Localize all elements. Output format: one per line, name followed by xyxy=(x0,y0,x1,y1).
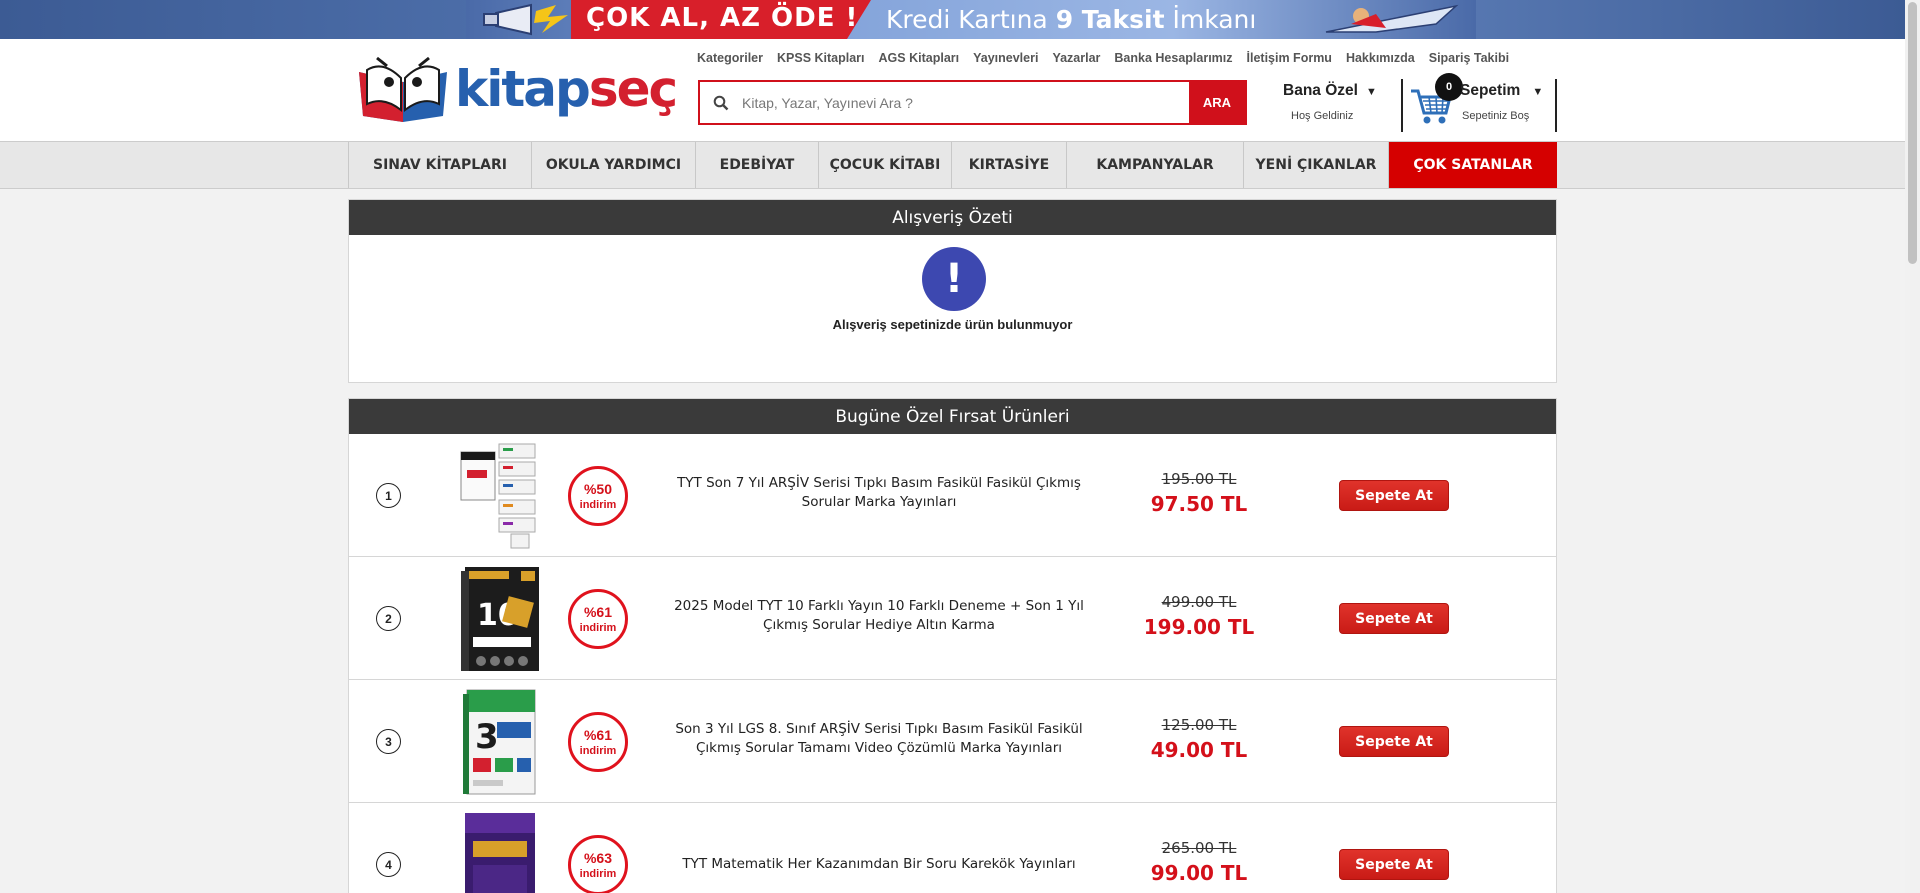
old-price: 195.00 TL xyxy=(1161,470,1237,488)
new-price: 97.50 TL xyxy=(1150,492,1248,516)
product-thumbnail[interactable] xyxy=(459,442,541,550)
discount-badge: %61 indirim xyxy=(568,589,628,649)
exclamation-icon: ! xyxy=(922,247,986,311)
nav-kirtasiye[interactable]: KIRTASİYE xyxy=(952,142,1067,188)
scrollbar-thumb[interactable] xyxy=(1908,2,1917,264)
deal-row: 2 10 %61 indirim 2025 Model TYT 10 Farklı… xyxy=(349,557,1556,680)
banner-headline: ÇOK AL, AZ ÖDE ! xyxy=(586,3,859,33)
product-thumbnail[interactable]: 10 xyxy=(459,565,541,673)
new-price: 199.00 TL xyxy=(1143,615,1255,639)
nav-edebiyat[interactable]: EDEBİYAT xyxy=(696,142,819,188)
discount-badge: %50 indirim xyxy=(568,466,628,526)
discount-badge: %61 indirim xyxy=(568,712,628,772)
shopping-summary-title: Alışveriş Özeti xyxy=(349,200,1556,235)
nav-sinav-kitaplari[interactable]: SINAV KİTAPLARI xyxy=(349,142,532,188)
product-title[interactable]: TYT Son 7 Yıl ARŞİV Serisi Tıpkı Basım F… xyxy=(674,474,1084,512)
account-greeting: Hoş Geldiniz xyxy=(1291,110,1354,122)
top-link-siparis-takibi[interactable]: Sipariş Takibi xyxy=(1429,51,1509,65)
deal-row: 1 %50 indirim TYT Son 7 Yıl ARŞİV Serisi … xyxy=(349,434,1556,557)
deal-row: 3 3 %61 indirim Son 3 Yıl LGS 8. Sınıf AR… xyxy=(349,680,1556,803)
deal-rank: 3 xyxy=(376,729,401,754)
cart-title: Sepetim ▼ xyxy=(1460,82,1544,99)
promo-banner-image[interactable]: ÇOK AL, AZ ÖDE ! Kredi Kartına 9 Taksit … xyxy=(466,0,1476,39)
deal-rank: 1 xyxy=(376,483,401,508)
svg-text:3: 3 xyxy=(475,717,499,757)
top-link-hakkimizda[interactable]: Hakkımızda xyxy=(1346,51,1415,65)
top-links-nav: Kategoriler KPSS Kitapları AGS Kitapları… xyxy=(697,51,1509,65)
daily-deals-panel: Bugüne Özel Fırsat Ürünleri 1 %50 indirim… xyxy=(348,398,1557,893)
product-title[interactable]: 2025 Model TYT 10 Farklı Yayın 10 Farklı… xyxy=(674,597,1084,635)
nav-okula-yardimci[interactable]: OKULA YARDIMCI xyxy=(532,142,696,188)
deal-rank: 2 xyxy=(376,606,401,631)
shopping-summary-panel: Alışveriş Özeti ! Alışveriş sepetinizde … xyxy=(348,199,1557,383)
product-thumbnail[interactable] xyxy=(459,811,541,893)
search-input[interactable] xyxy=(742,82,1189,123)
top-link-yazarlar[interactable]: Yazarlar xyxy=(1052,51,1100,65)
daily-deals-title: Bugüne Özel Fırsat Ürünleri xyxy=(349,399,1556,434)
old-price: 499.00 TL xyxy=(1161,593,1237,611)
main-category-nav: SINAV KİTAPLARI OKULA YARDIMCI EDEBİYAT … xyxy=(0,141,1905,189)
book-logo-icon xyxy=(359,56,447,122)
add-to-cart-button[interactable]: Sepete At xyxy=(1339,603,1449,634)
deal-row: 4 %63 indirim TYT Matematik Her Kazanımda… xyxy=(349,803,1556,893)
search-button[interactable]: ARA xyxy=(1189,82,1245,123)
deal-rank: 4 xyxy=(376,852,401,877)
add-to-cart-button[interactable]: Sepete At xyxy=(1339,726,1449,757)
nav-cocuk-kitabi[interactable]: ÇOCUK KİTABI xyxy=(819,142,952,188)
page-scrollbar[interactable] xyxy=(1905,0,1920,893)
top-link-kpss[interactable]: KPSS Kitapları xyxy=(777,51,865,65)
discount-badge: %63 indirim xyxy=(568,835,628,893)
plane-illustration-icon xyxy=(1325,4,1459,33)
chevron-down-icon: ▼ xyxy=(1532,86,1544,98)
add-to-cart-button[interactable]: Sepete At xyxy=(1339,480,1449,511)
site-logo[interactable]: kitapseç xyxy=(353,52,678,124)
nav-kampanyalar[interactable]: KAMPANYALAR xyxy=(1067,142,1244,188)
cart-menu[interactable]: 0 Sepetim ▼ Sepetiniz Boş xyxy=(1401,73,1557,132)
old-price: 265.00 TL xyxy=(1161,839,1237,857)
product-title[interactable]: Son 3 Yıl LGS 8. Sınıf ARŞİV Serisi Tıpk… xyxy=(674,720,1084,758)
add-to-cart-button[interactable]: Sepete At xyxy=(1339,849,1449,880)
account-menu[interactable]: Bana Özel ▼ Hoş Geldiniz xyxy=(1283,82,1393,124)
cart-status: Sepetiniz Boş xyxy=(1462,110,1530,122)
nav-cok-satanlar[interactable]: ÇOK SATANLAR xyxy=(1389,142,1557,188)
top-link-iletisim[interactable]: İletişim Formu xyxy=(1247,51,1332,65)
product-thumbnail[interactable]: 3 xyxy=(459,688,541,796)
top-link-banka[interactable]: Banka Hesaplarımız xyxy=(1114,51,1232,65)
search-bar: ARA xyxy=(698,80,1247,125)
top-link-kategoriler[interactable]: Kategoriler xyxy=(697,51,763,65)
new-price: 99.00 TL xyxy=(1150,861,1248,885)
megaphone-icon xyxy=(483,3,568,36)
top-link-yayinevleri[interactable]: Yayınevleri xyxy=(973,51,1038,65)
product-title[interactable]: TYT Matematik Her Kazanımdan Bir Soru Ka… xyxy=(674,855,1084,874)
search-icon xyxy=(700,82,742,123)
promo-banner[interactable]: ÇOK AL, AZ ÖDE ! Kredi Kartına 9 Taksit … xyxy=(0,0,1905,39)
banner-installment-text: Kredi Kartına 9 Taksit İmkanı xyxy=(886,5,1257,34)
cart-count-badge: 0 xyxy=(1435,73,1463,101)
empty-cart-message: Alışveriş sepetinizde ürün bulunmuyor xyxy=(832,317,1073,332)
chevron-down-icon: ▼ xyxy=(1365,86,1377,98)
nav-yeni-cikanlar[interactable]: YENİ ÇIKANLAR xyxy=(1244,142,1389,188)
logo-wordmark: kitapseç xyxy=(455,60,678,118)
old-price: 125.00 TL xyxy=(1161,716,1237,734)
top-link-ags[interactable]: AGS Kitapları xyxy=(879,51,960,65)
new-price: 49.00 TL xyxy=(1150,738,1248,762)
account-title: Bana Özel ▼ xyxy=(1283,82,1377,99)
